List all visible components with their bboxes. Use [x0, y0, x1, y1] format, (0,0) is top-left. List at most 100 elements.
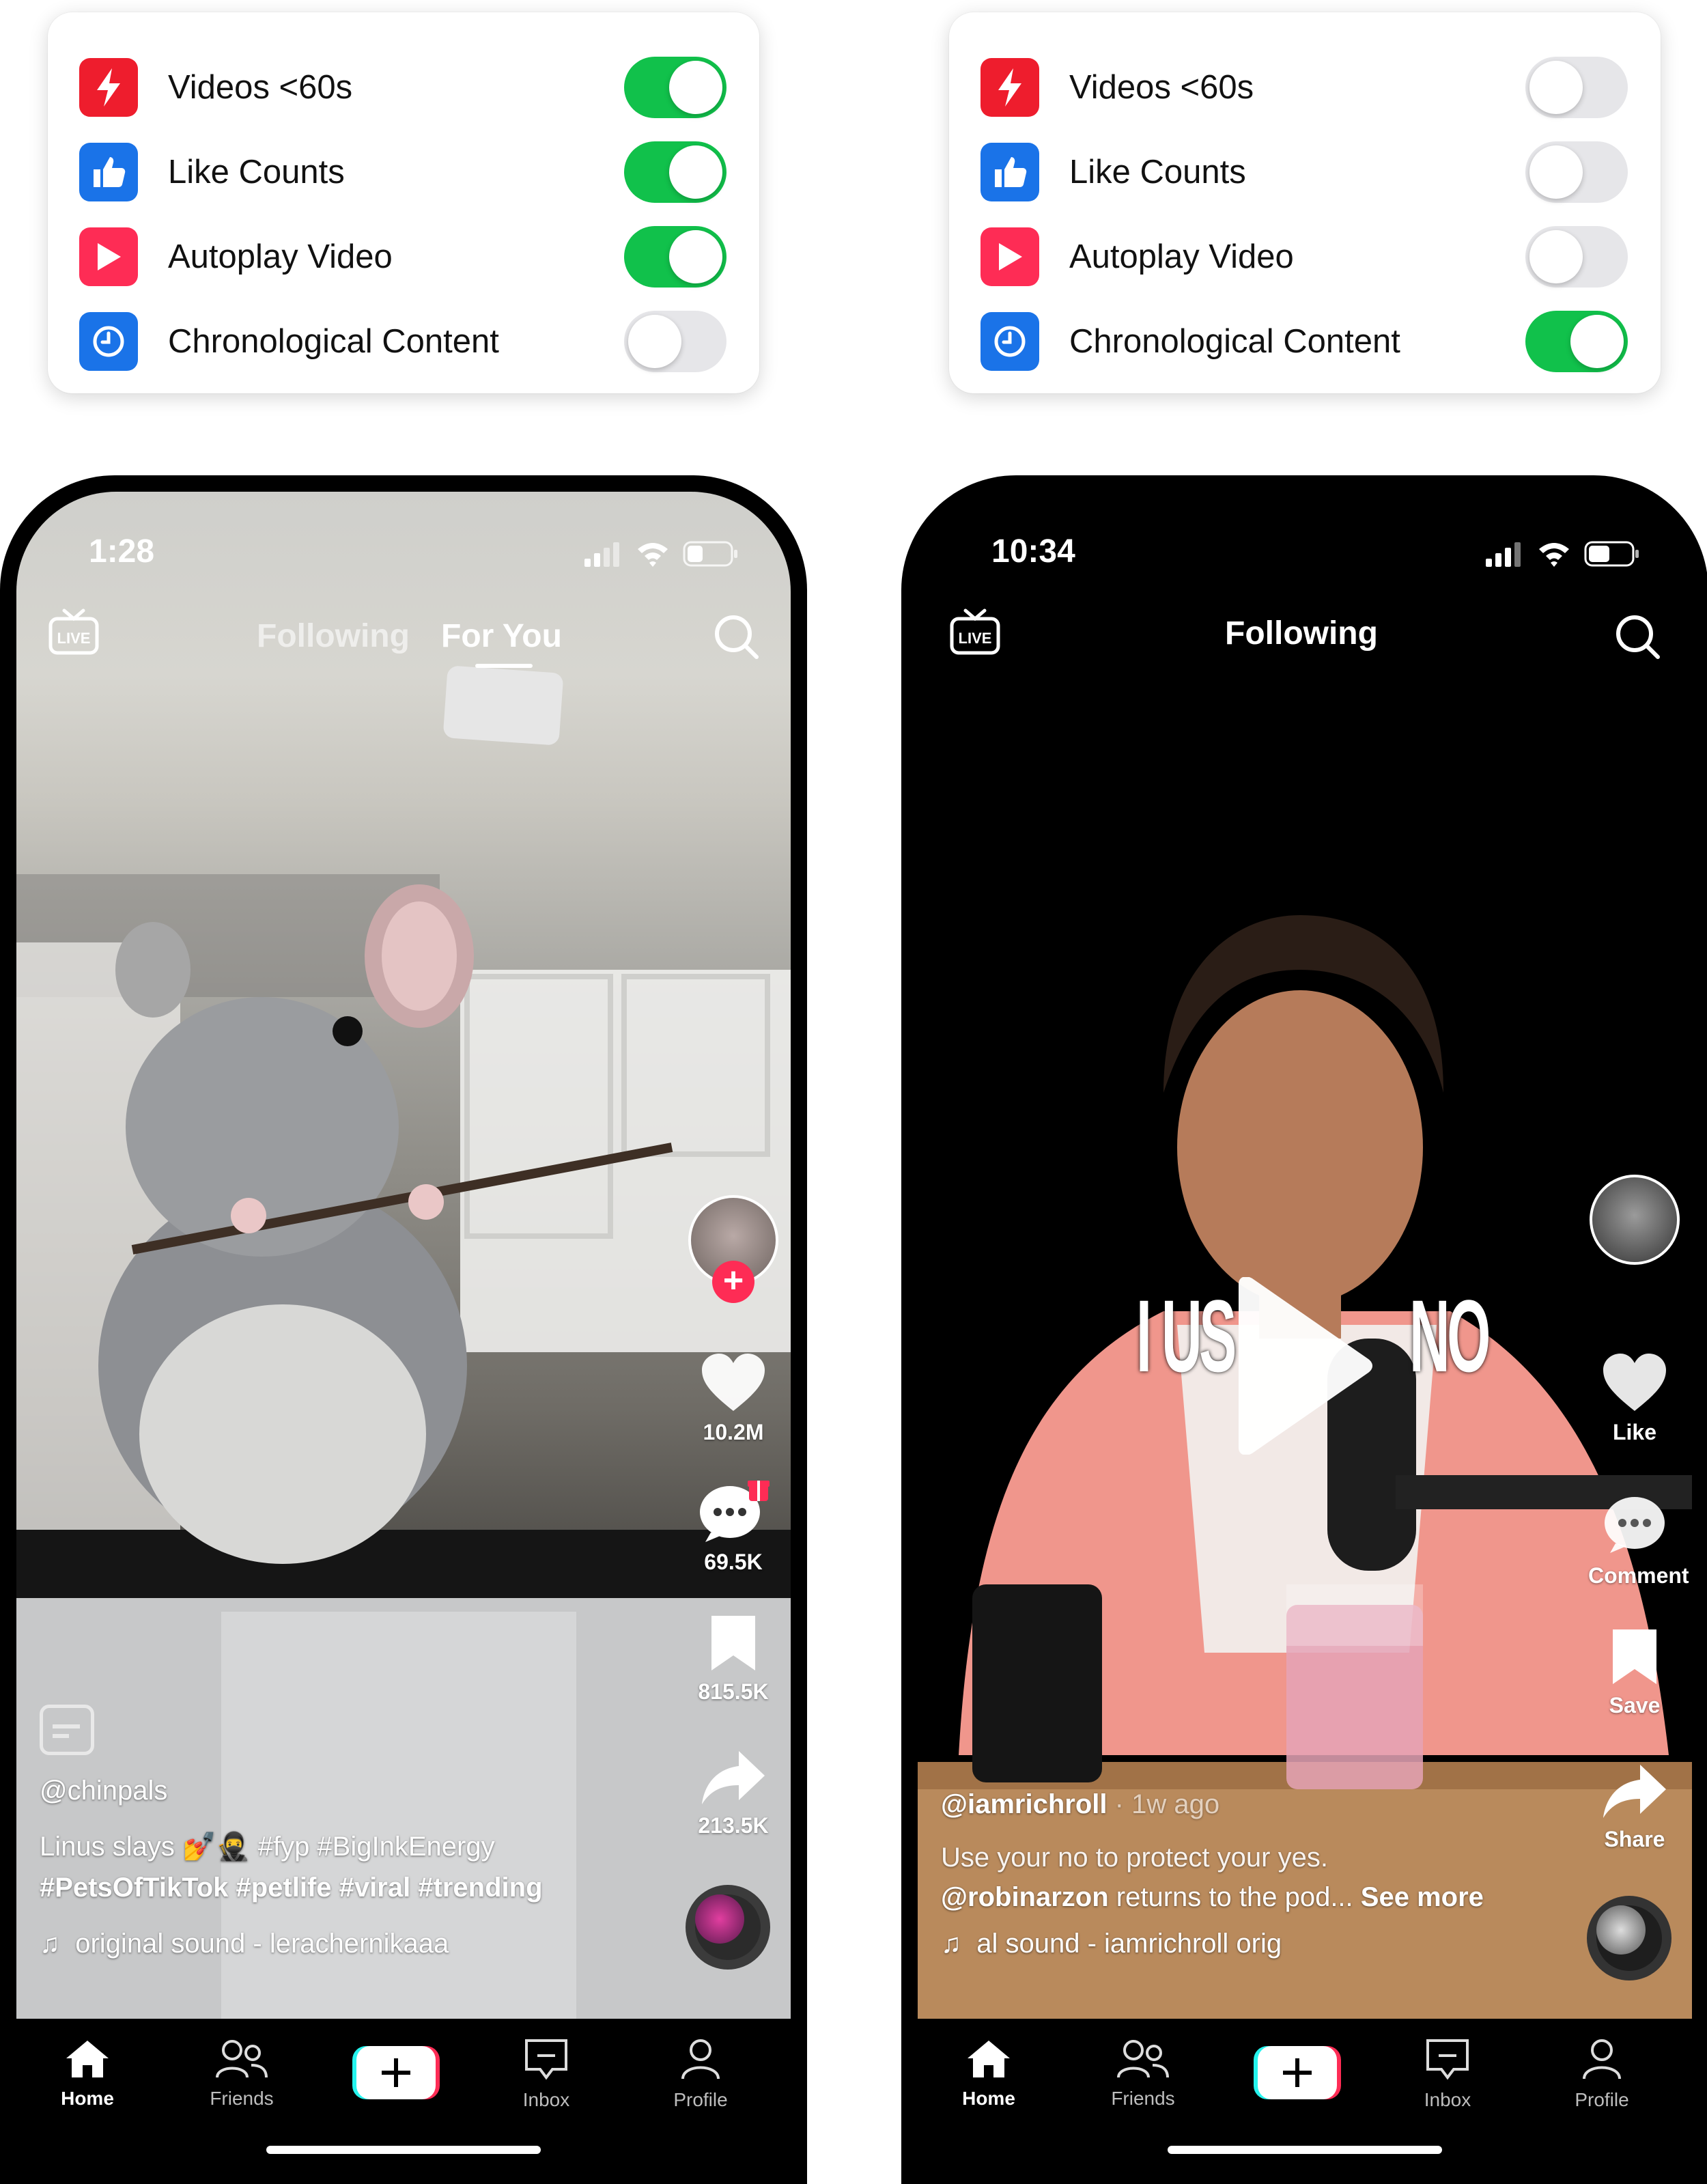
svg-text:LIVE: LIVE: [57, 630, 91, 647]
setting-row-autoplay[interactable]: Autoplay Video: [949, 223, 1661, 291]
caption-line-1: Linus slays 💅🥷 #fyp #BigInkEnergy: [40, 1832, 495, 1862]
like-button[interactable]: Like: [1588, 1352, 1681, 1445]
music-note-icon: ♫: [40, 1929, 60, 1959]
tab-following[interactable]: Following: [257, 617, 410, 655]
username[interactable]: @chinpals: [40, 1776, 167, 1806]
video-feed-left[interactable]: 1:28 LIVE Following For You + 10.2M 69.5…: [16, 492, 791, 2019]
comment-count: 69.5K: [704, 1550, 763, 1574]
bookmark-icon: [711, 1616, 755, 1670]
setting-row-videos[interactable]: Videos <60s: [48, 53, 759, 122]
settings-card-left: Videos <60s Like Counts Autoplay Video C…: [48, 12, 759, 393]
toggle-like-counts[interactable]: [1525, 141, 1628, 203]
setting-row-like-counts[interactable]: Like Counts: [949, 138, 1661, 206]
nav-home-label: Home: [61, 2088, 114, 2109]
toggle-autoplay[interactable]: [1525, 226, 1628, 288]
phone-left: 1:28 LIVE Following For You + 10.2M 69.5…: [0, 475, 807, 2184]
follow-plus-icon[interactable]: +: [712, 1261, 754, 1303]
lightning-icon: [79, 58, 138, 117]
inbox-icon: [525, 2039, 567, 2080]
see-more-link[interactable]: See more: [1361, 1882, 1484, 1912]
nav-home[interactable]: Home: [33, 2038, 142, 2110]
nav-inbox[interactable]: Inbox: [492, 2038, 601, 2111]
nav-profile-label: Profile: [673, 2089, 728, 2110]
tab-underline: [475, 664, 533, 668]
phone-right: I US NO 10:34 LIVE Following Like Commen…: [901, 475, 1707, 2184]
username-row[interactable]: @iamrichroll · 1w ago: [941, 1789, 1219, 1820]
creator-avatar[interactable]: +: [687, 1195, 780, 1303]
nav-profile-label: Profile: [1575, 2089, 1629, 2110]
setting-row-autoplay[interactable]: Autoplay Video: [48, 223, 759, 291]
home-icon: [968, 2041, 1010, 2077]
like-count: 10.2M: [703, 1420, 764, 1444]
overlay-caption-2: NO: [1409, 1278, 1491, 1393]
sound-row[interactable]: ♫ original sound - lerachernikaaa: [40, 1929, 449, 1959]
status-time: 1:28: [89, 533, 155, 570]
setting-row-chronological[interactable]: Chronological Content: [949, 307, 1661, 376]
nav-home[interactable]: Home: [934, 2038, 1043, 2110]
thumbs-up-icon: [79, 143, 138, 201]
toggle-like-counts[interactable]: [624, 141, 726, 203]
search-icon[interactable]: [713, 613, 761, 664]
friends-icon: [1117, 2040, 1169, 2078]
play-overlay-icon[interactable]: [1218, 1276, 1375, 1458]
toggle-chronological[interactable]: [624, 311, 726, 372]
save-count: 815.5K: [698, 1679, 769, 1704]
sound-disc[interactable]: [686, 1885, 770, 1970]
username[interactable]: @iamrichroll: [941, 1789, 1108, 1819]
toggle-chronological[interactable]: [1525, 311, 1628, 372]
live-icon[interactable]: LIVE: [48, 608, 100, 659]
heart-icon: [1603, 1354, 1666, 1411]
save-label: Save: [1609, 1693, 1661, 1718]
nav-profile[interactable]: Profile: [646, 2038, 755, 2111]
bottom-nav: Home Friends Inbox Profile: [918, 2019, 1692, 2184]
setting-row-videos[interactable]: Videos <60s: [949, 53, 1661, 122]
toggle-videos-short[interactable]: [1525, 57, 1628, 118]
caption-mention[interactable]: @robinarzon: [941, 1882, 1109, 1912]
comment-button[interactable]: 69.5K: [687, 1475, 780, 1575]
setting-label: Chronological Content: [168, 323, 499, 360]
like-button[interactable]: 10.2M: [687, 1352, 780, 1445]
nav-inbox[interactable]: Inbox: [1393, 2038, 1502, 2111]
tab-for-you[interactable]: For You: [441, 617, 562, 655]
setting-label: Videos <60s: [168, 69, 353, 106]
creator-avatar[interactable]: [1588, 1175, 1681, 1265]
heart-icon: [702, 1354, 765, 1411]
like-label: Like: [1612, 1420, 1657, 1444]
lightning-icon: [981, 58, 1039, 117]
save-button[interactable]: 815.5K: [687, 1612, 780, 1705]
setting-label: Chronological Content: [1069, 323, 1400, 360]
share-button[interactable]: 213.5K: [687, 1748, 780, 1838]
sound-row[interactable]: ♫ al sound - iamrichroll orig: [941, 1929, 1282, 1959]
create-button[interactable]: [1252, 2043, 1342, 2102]
toggle-videos-short[interactable]: [624, 57, 726, 118]
share-count: 213.5K: [698, 1813, 769, 1838]
sound-disc[interactable]: [1587, 1896, 1671, 1980]
caption-line-2: #PetsOfTikTok #petlife #viral #trending: [40, 1873, 543, 1903]
video-feed-right[interactable]: I US NO 10:34 LIVE Following Like Commen…: [918, 492, 1692, 2019]
setting-row-chronological[interactable]: Chronological Content: [48, 307, 759, 376]
sound-label: original sound - lerachernikaaa: [75, 1929, 449, 1959]
create-button[interactable]: [351, 2043, 441, 2102]
nav-friends-label: Friends: [1111, 2088, 1175, 2109]
sound-label: al sound - iamrichroll orig: [976, 1929, 1282, 1959]
share-button[interactable]: Share: [1588, 1762, 1681, 1852]
share-label: Share: [1604, 1827, 1665, 1851]
nav-friends[interactable]: Friends: [1088, 2038, 1198, 2110]
comment-button[interactable]: Comment: [1588, 1489, 1689, 1588]
tab-following[interactable]: Following: [1225, 615, 1378, 652]
captions-icon[interactable]: [40, 1705, 94, 1755]
profile-icon: [681, 2039, 720, 2080]
setting-label: Autoplay Video: [1069, 238, 1294, 275]
nav-friends-label: Friends: [210, 2088, 274, 2109]
svg-text:LIVE: LIVE: [959, 630, 992, 647]
live-icon[interactable]: LIVE: [949, 608, 1001, 659]
inbox-icon: [1426, 2039, 1469, 2080]
nav-friends[interactable]: Friends: [187, 2038, 296, 2110]
profile-icon: [1583, 2039, 1621, 2080]
status-icons: [1484, 538, 1641, 573]
toggle-autoplay[interactable]: [624, 226, 726, 288]
nav-profile[interactable]: Profile: [1547, 2038, 1656, 2111]
save-button[interactable]: Save: [1588, 1625, 1681, 1718]
setting-row-like-counts[interactable]: Like Counts: [48, 138, 759, 206]
search-icon[interactable]: [1614, 613, 1662, 664]
